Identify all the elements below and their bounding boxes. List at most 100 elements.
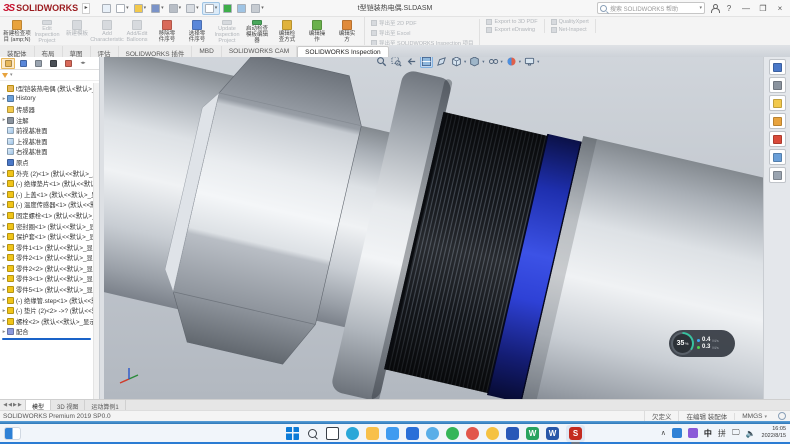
ribbon-button[interactable]: 编辑操作 (302, 18, 332, 44)
save-button[interactable]: ▾ (149, 2, 166, 15)
view-settings-button[interactable] (523, 57, 536, 68)
active-app-indicator[interactable]: S (566, 425, 585, 442)
home-button[interactable] (100, 2, 113, 15)
tree-item[interactable]: ▸History (0, 94, 93, 105)
status-tag-icon[interactable] (778, 412, 786, 420)
ribbon-button[interactable]: 移除零件序号 (152, 18, 182, 44)
tree-item[interactable]: ▸零件2<1> (默认<<默认>_显示状 (0, 253, 93, 264)
help-search-box[interactable]: 搜索 SOLIDWORKS 帮助 ▾ (597, 2, 705, 14)
help-button[interactable]: ? (723, 4, 735, 13)
undo-button[interactable]: ▾ (184, 2, 201, 15)
mail-icon[interactable] (386, 427, 399, 440)
ime-mode-icon[interactable]: 拼 (718, 428, 726, 439)
tree-item[interactable]: ▸(-) 绝缘垫片<1> (默认<<默认>_显 (0, 178, 93, 189)
dropdown-caret-icon[interactable]: ▾ (126, 5, 129, 11)
tree-item[interactable]: 上视基准面 (0, 136, 93, 147)
panel-tab-configurationmanager[interactable] (31, 58, 45, 69)
file-explorer-tab[interactable] (769, 95, 786, 111)
rebuild-traffic-light-button[interactable] (221, 2, 234, 15)
volume-icon[interactable]: 🔈 (746, 429, 756, 438)
zoom-fit-button[interactable] (375, 57, 388, 68)
dynamic-annotation-button[interactable] (435, 57, 448, 68)
tree-item[interactable]: ▸外壳 (2)<1> (默认<<默认>_显示状 (0, 168, 93, 179)
dropdown-caret-icon[interactable]: ▾ (215, 5, 218, 11)
ime-indicator[interactable]: 中 (704, 428, 712, 439)
caj-viewer-icon[interactable] (506, 427, 519, 440)
taskbar-clock[interactable]: 16:052022/8/15 (762, 426, 786, 440)
open-folder-button[interactable]: ▾ (132, 2, 149, 15)
windows-start-icon[interactable] (286, 427, 299, 440)
display-style-button[interactable] (468, 57, 481, 68)
ribbon-button[interactable]: 编辑实方 (332, 18, 362, 44)
onedrive-icon[interactable] (672, 428, 682, 438)
word-icon[interactable]: W (546, 427, 559, 440)
panel-tab-featuremanager-tree[interactable] (1, 58, 15, 69)
rollback-bar[interactable] (0, 337, 93, 340)
dropdown-caret-icon[interactable]: ▾ (482, 59, 484, 65)
ribbon-tab-评估[interactable]: 评估 (91, 46, 119, 57)
dropdown-caret-icon[interactable]: ▾ (196, 5, 199, 11)
new-document-button[interactable]: ▾ (114, 2, 131, 15)
dropdown-caret-icon[interactable]: ▾ (501, 59, 503, 65)
dropdown-caret-icon[interactable]: ▾ (464, 59, 466, 65)
dropdown-caret-icon[interactable]: ▾ (161, 5, 164, 11)
tab-scroll-arrows[interactable]: ◀◀▶▶ (0, 400, 26, 410)
ribbon-tab-SOLIDWORKS Inspection[interactable]: SOLIDWORKS Inspection (297, 46, 389, 57)
tree-scrollbar[interactable] (93, 83, 99, 399)
panel-tab-propertymanager[interactable] (16, 58, 30, 69)
status-segment-MMGS[interactable]: MMGS▾ (734, 413, 774, 420)
widgets-icon[interactable] (4, 427, 21, 440)
close-button[interactable]: × (774, 4, 786, 13)
dropdown-caret-icon[interactable]: ▾ (519, 59, 521, 65)
tree-item[interactable]: 右视基准面 (0, 147, 93, 158)
dropdown-caret-icon[interactable]: ▾ (764, 414, 767, 420)
3d-model-thermocouple-assembly[interactable] (104, 57, 763, 399)
zoom-area-button[interactable] (390, 57, 403, 68)
appearances-scenes-tab[interactable] (769, 131, 786, 147)
chrome-icon[interactable] (486, 427, 499, 440)
tree-item[interactable]: ▸密封圈<1> (默认<<默认>_显示状 (0, 221, 93, 232)
ribbon-tab-MBD[interactable]: MBD (192, 46, 221, 57)
tree-item[interactable]: ▸(-) 垫片 (2)<2> ->? (默认<<默认 (0, 305, 93, 316)
sheet-tab-运动算例1[interactable]: 运动算例1 (85, 400, 125, 410)
sheet-tab-模型[interactable]: 模型 (26, 400, 51, 410)
graphics-viewport[interactable]: ▾ ▾ ▾ ▾ ▾ 35% 0.4M/s0.3M/s (104, 57, 763, 399)
minimize-button[interactable]: — (740, 4, 752, 13)
options-gear-button[interactable]: ▾ (249, 2, 266, 15)
tree-item[interactable]: ▸螺栓<2> (默认<<默认>_显示状态 (0, 316, 93, 327)
dropdown-caret-icon[interactable]: ▾ (179, 5, 182, 11)
sheet-tab-3D 视图[interactable]: 3D 视图 (51, 400, 85, 410)
tree-item[interactable]: ▸零件1<1> (默认<<默认>_显示状 (0, 242, 93, 253)
dropdown-caret-icon[interactable]: ▾ (144, 5, 147, 11)
panel-tab-overflow[interactable]: ◂▸ (76, 58, 90, 69)
tree-item[interactable]: ▸保护套<1> (默认<<默认>_显示状 (0, 231, 93, 242)
view-orientation-button[interactable] (450, 57, 463, 68)
tree-item[interactable]: ▸(-) 绝缘管.step<1> (默认<<默认> (0, 295, 93, 306)
design-library-tab[interactable] (769, 77, 786, 93)
tray-chevron-icon[interactable]: ∧ (661, 429, 666, 437)
store-icon[interactable] (406, 427, 419, 440)
dropdown-caret-icon[interactable]: ▾ (537, 59, 539, 65)
select-cursor-button[interactable]: ▾ (202, 2, 221, 15)
edit-appearance-button[interactable] (505, 57, 518, 68)
tree-item[interactable]: 传感器 (0, 104, 93, 115)
print-button[interactable]: ▾ (167, 2, 184, 15)
weather-cloud-icon[interactable] (426, 427, 439, 440)
taskbar-search-icon[interactable] (306, 427, 319, 440)
ribbon-tab-草图[interactable]: 草图 (63, 46, 91, 57)
previous-view-button[interactable] (405, 57, 418, 68)
tree-item[interactable]: ▸零件3<1> (默认<<默认>_显示状 (0, 274, 93, 285)
zoom-performance-badge[interactable]: 35% 0.4M/s0.3M/s (669, 330, 735, 357)
hide-show-items-button[interactable] (487, 57, 500, 68)
ribbon-button[interactable]: 选择零件序号 (182, 18, 212, 44)
ribbon-tab-装配体[interactable]: 装配体 (0, 46, 35, 57)
task-view-icon[interactable] (326, 427, 339, 440)
tree-root-item[interactable]: t型铠装热电偶 (默认<默认>_显示状态-1 (0, 83, 93, 94)
edge-browser-icon[interactable] (346, 427, 359, 440)
tree-item[interactable]: ▸固定螺栓<1> (默认<<默认>_显示 (0, 210, 93, 221)
tree-filter-row[interactable]: ▾ (0, 70, 99, 81)
hao123-icon[interactable] (466, 427, 479, 440)
dropdown-caret-icon[interactable]: ▾ (261, 5, 264, 11)
solidworks-resources-tab[interactable] (769, 59, 786, 75)
search-caret-icon[interactable]: ▾ (699, 5, 702, 11)
